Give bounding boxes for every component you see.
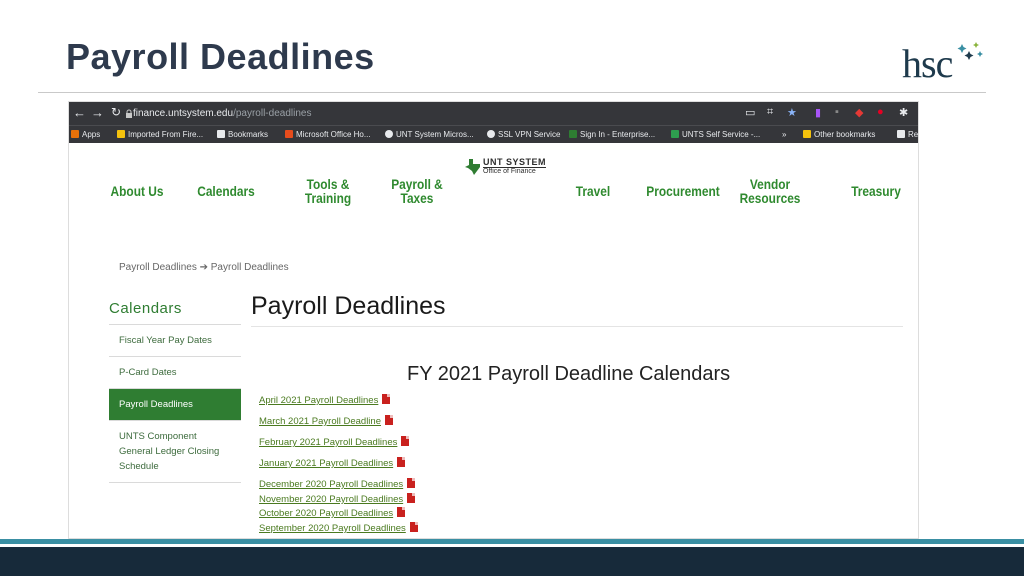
pdf-link-april-2021[interactable]: April 2021 Payroll Deadlines <box>259 394 391 406</box>
lock-icon <box>126 109 132 118</box>
bookmark-unt-system[interactable]: UNT System Micros... <box>385 126 474 144</box>
extension-icon-2[interactable]: ▪ <box>835 106 839 118</box>
bookmark-imported[interactable]: Imported From Fire... <box>117 126 203 144</box>
bookmark-unts-self-service[interactable]: UNTS Self Service -... <box>671 126 760 144</box>
sidebar-item-gl-closing-schedule[interactable]: UNTS Component General Ledger Closing Sc… <box>109 420 241 483</box>
breadcrumb[interactable]: Payroll Deadlines ➔ Payroll Deadlines <box>119 262 289 273</box>
title-divider <box>38 92 986 93</box>
pdf-link-october-2020[interactable]: October 2020 Payroll Deadlines <box>259 507 406 519</box>
sidebar-item-payroll-deadlines[interactable]: Payroll Deadlines <box>109 388 241 420</box>
nav-treasury[interactable]: Treasury <box>845 184 908 198</box>
slide-title: Payroll Deadlines <box>66 36 375 77</box>
bookmark-reading-list[interactable]: Re <box>897 126 918 144</box>
bookmark-sign-in[interactable]: Sign In - Enterprise... <box>569 126 655 144</box>
nav-procurement[interactable]: Procurement <box>642 184 724 198</box>
forward-icon[interactable]: → <box>91 105 104 120</box>
nav-travel[interactable]: Travel <box>569 184 617 198</box>
bookmark-overflow[interactable]: » <box>782 126 786 144</box>
footer-band-dark <box>0 547 1024 576</box>
bookmark-bookmarks[interactable]: Bookmarks <box>217 126 268 144</box>
bookmark-other[interactable]: Other bookmarks <box>803 126 875 144</box>
pdf-link-december-2020[interactable]: December 2020 Payroll Deadlines <box>259 478 416 490</box>
bookmarks-bar: Apps Imported From Fire... Bookmarks Mic… <box>69 125 918 144</box>
back-icon[interactable]: ← <box>73 105 86 120</box>
pdf-link-november-2020[interactable]: November 2020 Payroll Deadlines <box>259 493 416 505</box>
bookmark-office[interactable]: Microsoft Office Ho... <box>285 126 371 144</box>
cast-icon[interactable]: ▭ <box>745 106 755 119</box>
website-screenshot: ← → ↻ finance.untsystem.edu/payroll-dead… <box>68 101 919 539</box>
pdf-link-march-2021[interactable]: March 2021 Payroll Deadline <box>259 415 393 427</box>
sidebar-item-fiscal-year-pay-dates[interactable]: Fiscal Year Pay Dates <box>109 324 241 356</box>
site-navigation: UNT SYSTEM Office of Finance About Us Ca… <box>69 143 918 233</box>
page-heading: Payroll Deadlines <box>251 292 446 320</box>
pdf-icon <box>407 478 416 488</box>
texas-shape-icon <box>465 159 480 175</box>
extension-icon-1[interactable]: ▮ <box>815 106 821 119</box>
url-field[interactable]: finance.untsystem.edu/payroll-deadlines <box>133 106 311 122</box>
sidebar-menu: Fiscal Year Pay Dates P-Card Dates Payro… <box>109 324 241 483</box>
pdf-link-february-2021[interactable]: February 2021 Payroll Deadlines <box>259 436 410 448</box>
bookmark-apps[interactable]: Apps <box>71 126 100 144</box>
reload-icon[interactable]: ↻ <box>111 105 121 119</box>
hsc-logo: hsc <box>902 38 992 86</box>
nav-about-us[interactable]: About Us <box>108 184 166 198</box>
sidebar-heading: Calendars <box>109 300 182 317</box>
pdf-icon <box>407 493 416 503</box>
tab-search-icon[interactable]: ⌗ <box>767 106 773 119</box>
pdf-extension-icon[interactable]: ◆ <box>855 106 863 119</box>
pdf-icon <box>397 507 406 517</box>
sidebar-item-p-card-dates[interactable]: P-Card Dates <box>109 356 241 388</box>
unt-system-logo[interactable]: UNT SYSTEM Office of Finance <box>465 157 555 179</box>
bookmark-ssl-vpn[interactable]: SSL VPN Service <box>487 126 560 144</box>
heading-divider <box>251 326 903 327</box>
bookmark-star-icon[interactable]: ★ <box>787 106 797 119</box>
address-bar: ← → ↻ finance.untsystem.edu/payroll-dead… <box>69 102 918 125</box>
nav-calendars[interactable]: Calendars <box>195 184 258 198</box>
pdf-link-january-2021[interactable]: January 2021 Payroll Deadlines <box>259 457 406 469</box>
nav-payroll-taxes[interactable]: Payroll & Taxes <box>385 177 450 205</box>
pdf-icon <box>401 436 410 446</box>
pdf-link-september-2020[interactable]: September 2020 Payroll Deadlines <box>259 522 418 534</box>
nav-tools-training[interactable]: Tools & Training <box>298 177 358 205</box>
puzzle-icon[interactable]: ✱ <box>899 106 908 119</box>
pdf-icon <box>382 394 391 404</box>
nav-vendor-resources[interactable]: Vendor Resources <box>739 177 802 205</box>
pdf-icon <box>409 522 418 532</box>
sparkle-icon <box>957 42 983 60</box>
pdf-icon <box>384 415 393 425</box>
section-heading: FY 2021 Payroll Deadline Calendars <box>407 363 731 385</box>
pinterest-icon[interactable]: ● <box>877 106 884 118</box>
pdf-icon <box>397 457 406 467</box>
